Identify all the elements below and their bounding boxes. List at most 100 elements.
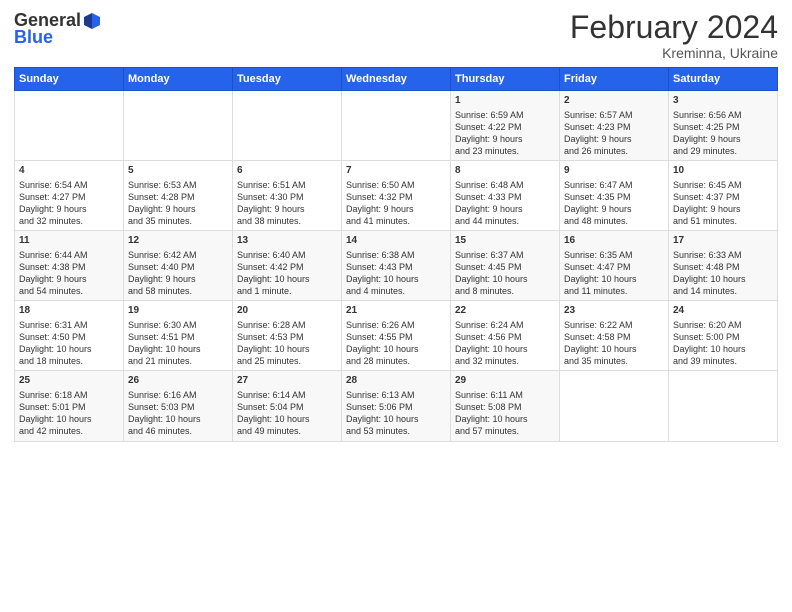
cell-text: and 54 minutes. — [19, 285, 119, 297]
cell-text: and 1 minute. — [237, 285, 337, 297]
cell-text: Sunset: 4:35 PM — [564, 191, 664, 203]
col-saturday: Saturday — [669, 68, 778, 91]
calendar-cell: 18Sunrise: 6:31 AMSunset: 4:50 PMDayligh… — [15, 301, 124, 371]
calendar-cell: 2Sunrise: 6:57 AMSunset: 4:23 PMDaylight… — [560, 91, 669, 161]
calendar-week-1: 1Sunrise: 6:59 AMSunset: 4:22 PMDaylight… — [15, 91, 778, 161]
cell-text: Sunrise: 6:47 AM — [564, 179, 664, 191]
calendar-week-5: 25Sunrise: 6:18 AMSunset: 5:01 PMDayligh… — [15, 371, 778, 441]
cell-text: Daylight: 10 hours — [673, 343, 773, 355]
cell-text: Sunrise: 6:28 AM — [237, 319, 337, 331]
calendar-cell: 5Sunrise: 6:53 AMSunset: 4:28 PMDaylight… — [124, 161, 233, 231]
col-tuesday: Tuesday — [233, 68, 342, 91]
day-number: 5 — [128, 164, 228, 178]
day-number: 16 — [564, 234, 664, 248]
calendar-cell: 15Sunrise: 6:37 AMSunset: 4:45 PMDayligh… — [451, 231, 560, 301]
cell-text: Daylight: 10 hours — [455, 273, 555, 285]
cell-text: and 32 minutes. — [455, 355, 555, 367]
calendar-cell: 8Sunrise: 6:48 AMSunset: 4:33 PMDaylight… — [451, 161, 560, 231]
cell-text: Sunrise: 6:51 AM — [237, 179, 337, 191]
cell-text: Daylight: 10 hours — [237, 413, 337, 425]
cell-text: Sunset: 4:47 PM — [564, 261, 664, 273]
cell-text: and 46 minutes. — [128, 425, 228, 437]
cell-text: Sunset: 4:37 PM — [673, 191, 773, 203]
page-container: General Blue February 2024 Kreminna, Ukr… — [0, 0, 792, 448]
day-number: 29 — [455, 374, 555, 388]
calendar-cell: 24Sunrise: 6:20 AMSunset: 5:00 PMDayligh… — [669, 301, 778, 371]
calendar-cell: 19Sunrise: 6:30 AMSunset: 4:51 PMDayligh… — [124, 301, 233, 371]
cell-text: and 44 minutes. — [455, 215, 555, 227]
calendar-cell: 13Sunrise: 6:40 AMSunset: 4:42 PMDayligh… — [233, 231, 342, 301]
col-friday: Friday — [560, 68, 669, 91]
cell-text: Sunset: 5:04 PM — [237, 401, 337, 413]
col-thursday: Thursday — [451, 68, 560, 91]
cell-text: and 25 minutes. — [237, 355, 337, 367]
cell-text: Sunrise: 6:38 AM — [346, 249, 446, 261]
calendar-cell — [342, 91, 451, 161]
calendar-cell: 26Sunrise: 6:16 AMSunset: 5:03 PMDayligh… — [124, 371, 233, 441]
cell-text: Daylight: 9 hours — [19, 273, 119, 285]
logo: General Blue — [14, 10, 101, 48]
cell-text: Sunrise: 6:37 AM — [455, 249, 555, 261]
cell-text: Sunrise: 6:45 AM — [673, 179, 773, 191]
cell-text: Sunset: 4:28 PM — [128, 191, 228, 203]
cell-text: Daylight: 9 hours — [128, 273, 228, 285]
cell-text: Sunset: 4:55 PM — [346, 331, 446, 343]
day-number: 26 — [128, 374, 228, 388]
cell-text: and 8 minutes. — [455, 285, 555, 297]
cell-text: Sunrise: 6:35 AM — [564, 249, 664, 261]
cell-text: and 26 minutes. — [564, 145, 664, 157]
day-number: 8 — [455, 164, 555, 178]
day-number: 27 — [237, 374, 337, 388]
calendar-cell: 4Sunrise: 6:54 AMSunset: 4:27 PMDaylight… — [15, 161, 124, 231]
day-number: 17 — [673, 234, 773, 248]
cell-text: and 35 minutes. — [564, 355, 664, 367]
cell-text: Daylight: 10 hours — [346, 343, 446, 355]
calendar-cell: 3Sunrise: 6:56 AMSunset: 4:25 PMDaylight… — [669, 91, 778, 161]
day-number: 13 — [237, 234, 337, 248]
cell-text: Sunset: 4:40 PM — [128, 261, 228, 273]
cell-text: Sunrise: 6:54 AM — [19, 179, 119, 191]
cell-text: Daylight: 10 hours — [455, 413, 555, 425]
cell-text: Daylight: 10 hours — [128, 413, 228, 425]
cell-text: Sunrise: 6:59 AM — [455, 109, 555, 121]
cell-text: Sunset: 4:45 PM — [455, 261, 555, 273]
cell-text: and 18 minutes. — [19, 355, 119, 367]
cell-text: Sunrise: 6:42 AM — [128, 249, 228, 261]
cell-text: Sunset: 4:48 PM — [673, 261, 773, 273]
cell-text: and 48 minutes. — [564, 215, 664, 227]
cell-text: Daylight: 10 hours — [564, 343, 664, 355]
cell-text: Sunset: 5:01 PM — [19, 401, 119, 413]
cell-text: Sunset: 5:06 PM — [346, 401, 446, 413]
cell-text: Sunset: 4:33 PM — [455, 191, 555, 203]
cell-text: Daylight: 9 hours — [455, 133, 555, 145]
cell-text: Sunset: 4:22 PM — [455, 121, 555, 133]
day-number: 22 — [455, 304, 555, 318]
cell-text: Daylight: 9 hours — [564, 133, 664, 145]
calendar-cell — [124, 91, 233, 161]
day-number: 14 — [346, 234, 446, 248]
calendar-cell: 29Sunrise: 6:11 AMSunset: 5:08 PMDayligh… — [451, 371, 560, 441]
day-number: 1 — [455, 94, 555, 108]
cell-text: Daylight: 10 hours — [673, 273, 773, 285]
cell-text: Daylight: 10 hours — [19, 413, 119, 425]
cell-text: Daylight: 9 hours — [346, 203, 446, 215]
calendar-cell: 7Sunrise: 6:50 AMSunset: 4:32 PMDaylight… — [342, 161, 451, 231]
calendar-cell — [15, 91, 124, 161]
calendar-cell: 11Sunrise: 6:44 AMSunset: 4:38 PMDayligh… — [15, 231, 124, 301]
calendar-cell: 10Sunrise: 6:45 AMSunset: 4:37 PMDayligh… — [669, 161, 778, 231]
day-number: 4 — [19, 164, 119, 178]
cell-text: Sunrise: 6:30 AM — [128, 319, 228, 331]
calendar-cell: 27Sunrise: 6:14 AMSunset: 5:04 PMDayligh… — [233, 371, 342, 441]
cell-text: Daylight: 9 hours — [19, 203, 119, 215]
calendar-cell — [233, 91, 342, 161]
cell-text: Daylight: 9 hours — [237, 203, 337, 215]
cell-text: and 57 minutes. — [455, 425, 555, 437]
calendar-cell: 12Sunrise: 6:42 AMSunset: 4:40 PMDayligh… — [124, 231, 233, 301]
day-number: 18 — [19, 304, 119, 318]
calendar-cell: 9Sunrise: 6:47 AMSunset: 4:35 PMDaylight… — [560, 161, 669, 231]
calendar-cell — [560, 371, 669, 441]
day-number: 25 — [19, 374, 119, 388]
cell-text: Sunrise: 6:14 AM — [237, 389, 337, 401]
cell-text: and 42 minutes. — [19, 425, 119, 437]
cell-text: Sunset: 4:38 PM — [19, 261, 119, 273]
